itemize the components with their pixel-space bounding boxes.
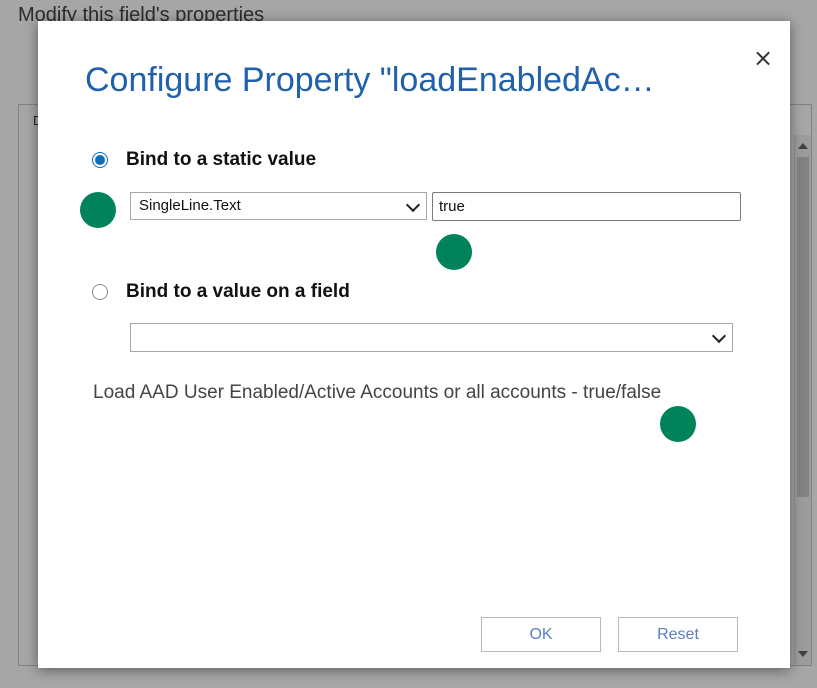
annotation-marker [436, 234, 472, 270]
reset-button[interactable]: Reset [618, 617, 738, 652]
ok-button[interactable]: OK [481, 617, 601, 652]
field-value-label: Bind to a value on a field [126, 281, 350, 302]
field-value-option[interactable]: Bind to a value on a field [92, 281, 350, 303]
close-icon[interactable]: × [750, 45, 776, 71]
property-description: Load AAD User Enabled/Active Accounts or… [93, 382, 662, 403]
field-value-radio[interactable] [92, 284, 108, 300]
value-type-select[interactable]: SingleLine.Text [130, 192, 427, 220]
static-value-radio[interactable] [92, 152, 108, 168]
configure-property-dialog: × Configure Property "loadEnabledAc… Bin… [38, 21, 790, 668]
dialog-title: Configure Property "loadEnabledAc… [85, 61, 655, 99]
chevron-down-icon [405, 197, 421, 213]
static-value-input[interactable] [432, 192, 741, 221]
static-value-option[interactable]: Bind to a static value [92, 149, 316, 171]
static-value-label: Bind to a static value [126, 149, 317, 170]
annotation-marker [80, 192, 116, 228]
chevron-down-icon [711, 328, 727, 344]
field-select[interactable] [130, 323, 733, 352]
value-type-select-value: SingleLine.Text [139, 197, 241, 214]
annotation-marker [660, 406, 696, 442]
